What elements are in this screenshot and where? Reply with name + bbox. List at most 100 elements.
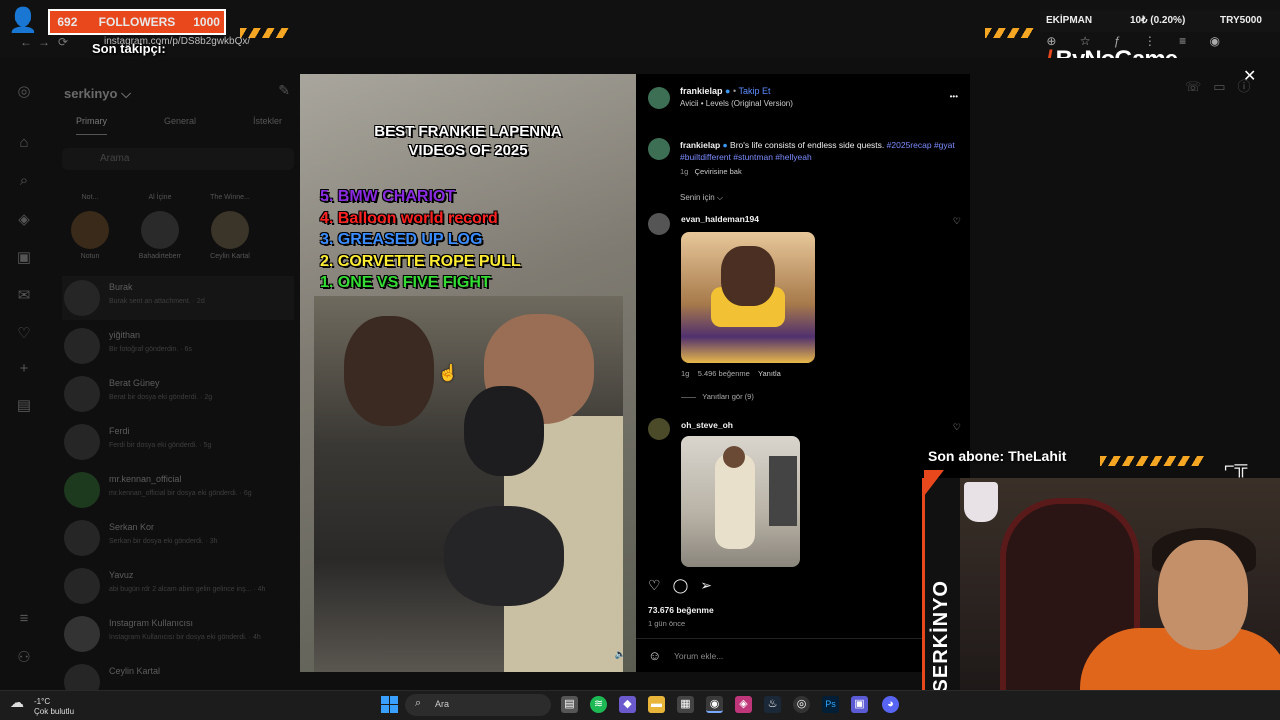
app-icon[interactable]: ◈ [735, 696, 752, 713]
comment-meta: 1g 5.496 beğenme Yanıtla [681, 369, 781, 378]
comment-image[interactable] [681, 436, 800, 567]
instagram-icon[interactable]: ◎ [15, 82, 33, 100]
reply-button[interactable]: Yanıtla [758, 369, 781, 378]
tab-primary[interactable]: Primary [76, 116, 107, 135]
reload-icon[interactable]: ⟳ [58, 35, 68, 49]
mute-icon[interactable]: 🔈 [615, 649, 626, 660]
messages-icon[interactable]: ✉ [15, 286, 33, 304]
notifications-icon[interactable]: ♡ [15, 324, 33, 342]
more-options-icon[interactable]: ••• [950, 92, 958, 101]
comment-icon[interactable]: ◯ [673, 577, 701, 593]
dashboard-icon[interactable]: ▤ [15, 396, 33, 414]
conversation-item[interactable]: Ferdi Ferdi bir dosya eki gönderdi. · 5g [62, 420, 294, 464]
file-explorer-icon[interactable]: ▬ [648, 696, 665, 713]
post-likes[interactable]: 73.676 beğenme [648, 605, 714, 615]
cloud-icon: ☁ [10, 694, 24, 710]
video-list-item: 4. Balloon world record [320, 209, 498, 227]
like-comment-icon[interactable]: ♡ [953, 422, 961, 433]
app-icon[interactable]: ◎ [793, 696, 810, 713]
discord-icon[interactable]: ◕ [882, 696, 899, 713]
followers-label: FOLLOWERS [98, 15, 176, 29]
comment-image[interactable] [681, 232, 815, 363]
post-actions: ♡◯➢ [648, 577, 724, 594]
add-user-icon: 👤 [8, 7, 38, 34]
post-author[interactable]: frankielap [680, 86, 723, 96]
photoshop-icon[interactable]: Ps [822, 696, 839, 713]
ticker-label: EKİPMAN [1046, 15, 1093, 26]
instagram-nav-rail: ◎ ⌂ ⌕ ◈ ▣ ✉ ♡ + ▤ ≡ ⚇ [0, 70, 48, 690]
share-icon[interactable]: ➢ [700, 577, 724, 593]
video-list-item: 2. CORVETTE ROPE PULL [320, 252, 521, 270]
video-list-item: 3. GREASED UP LOG [320, 231, 483, 248]
back-icon[interactable]: ← [20, 35, 32, 49]
webcam-feed [960, 478, 1280, 720]
video-list-item: 5. BMW CHARIOT [320, 188, 456, 205]
gun-icon: ⌐╦ [1224, 456, 1248, 476]
tab-general[interactable]: General [164, 116, 196, 126]
conversation-item[interactable]: Instagram Kullanıcısı Instagram Kullanıcı… [62, 612, 294, 656]
dm-username[interactable]: serkinyo ⌵ [64, 86, 131, 102]
comment-user[interactable]: evan_haldeman194 [681, 214, 759, 224]
reels-icon[interactable]: ▣ [15, 248, 33, 266]
note-item[interactable]: The Winne... Ceylin Kartal [200, 194, 260, 260]
forward-icon[interactable]: → [38, 35, 50, 49]
post-panel: frankielap ● • Takip Et Avicii • Levels … [636, 74, 970, 672]
conversation-item[interactable]: Yavuz abi bugün rdr 2 alcam abim gelin ge… [62, 564, 294, 608]
comment-input-row: ☺ Yorum ekle... [636, 638, 970, 672]
conversation-item[interactable]: Burak Burak sent an attachment. · 2d [62, 276, 294, 320]
search-icon[interactable]: ⌕ [15, 172, 33, 190]
like-comment-icon[interactable]: ♡ [953, 216, 961, 227]
followers-current: 692 [57, 15, 78, 29]
comment-user[interactable]: oh_steve_oh [681, 420, 733, 430]
call-icons[interactable]: ☏▭ⓘ [1185, 76, 1263, 95]
note-item[interactable]: Al İçine Bahadirteberr [130, 194, 190, 260]
streamer-name: SERKİNYO [930, 580, 952, 693]
spotify-icon[interactable]: ≋ [590, 696, 607, 713]
comment-avatar[interactable] [648, 418, 670, 440]
copilot-icon[interactable]: ◆ [619, 696, 636, 713]
follow-button[interactable]: Takip Et [739, 86, 771, 96]
video-frame-photo [314, 296, 623, 672]
video-title: BEST FRANKIE LAPENNA VIDEOS OF 2025 [374, 123, 562, 159]
reel-video[interactable]: BEST FRANKIE LAPENNA VIDEOS OF 2025 5. B… [300, 74, 636, 672]
comment-likes: 5.496 beğenme [697, 369, 750, 378]
comment-input[interactable]: Yorum ekle... [674, 651, 723, 661]
steam-icon[interactable]: ♨ [764, 696, 781, 713]
view-replies-button[interactable]: —— Yanıtları gör (9) [681, 392, 754, 401]
translate-link[interactable]: Çevirisine bak [695, 167, 742, 176]
store-icon[interactable]: ▦ [677, 696, 694, 713]
caption-hashtag[interactable]: #2025recap [887, 140, 932, 150]
taskbar-search[interactable]: ⌕ Ara [405, 694, 551, 716]
caption-user[interactable]: frankielap [680, 140, 720, 150]
audio-track[interactable]: Avicii • Levels (Original Version) [680, 99, 793, 108]
task-view-icon[interactable]: ▤ [561, 696, 578, 713]
menu-icon[interactable]: ≡ [15, 610, 33, 628]
comment-sort-dropdown[interactable]: Senin için ⌵ [680, 193, 723, 203]
weather-temp: -1°C [34, 697, 51, 706]
caption-time: 1g [680, 167, 689, 176]
conversation-item[interactable]: Berat Güney Berat bir dosya eki gönderdi.… [62, 372, 294, 416]
app-icon[interactable]: ▣ [851, 696, 868, 713]
caption-avatar[interactable] [648, 138, 670, 160]
author-avatar[interactable] [648, 87, 670, 109]
conversation-item[interactable]: mr.kennan_official mr.kennan_official bir… [62, 468, 294, 512]
ticker-value: 10₺ (0.20%) [1130, 15, 1186, 26]
create-icon[interactable]: + [15, 360, 33, 378]
explore-icon[interactable]: ◈ [15, 210, 33, 228]
emoji-icon[interactable]: ☺ [648, 648, 661, 663]
like-icon[interactable]: ♡ [648, 577, 673, 593]
compose-icon[interactable]: ✎ [278, 82, 290, 99]
dm-search-input[interactable]: Arama [62, 148, 294, 170]
home-icon[interactable]: ⌂ [15, 134, 33, 152]
tab-requests[interactable]: İstekler [253, 116, 282, 126]
windows-start-icon[interactable] [381, 696, 398, 713]
note-item[interactable]: Not... Notun [60, 194, 120, 260]
conversation-item[interactable]: yiğithan Bir fotoğraf gönderdin. · 6s [62, 324, 294, 368]
ticker-bar: EKİPMAN 10₺ (0.20%) TRY5000 [1040, 10, 1280, 32]
comment-avatar[interactable] [648, 213, 670, 235]
followers-goal: 1000 [193, 15, 220, 29]
more-icon[interactable]: ⚇ [15, 648, 33, 666]
weather-desc: Çok bulutlu [34, 707, 75, 716]
conversation-item[interactable]: Serkan Kor Serkan bir dosya eki gönderdi.… [62, 516, 294, 560]
chrome-icon[interactable]: ◉ [706, 696, 723, 713]
